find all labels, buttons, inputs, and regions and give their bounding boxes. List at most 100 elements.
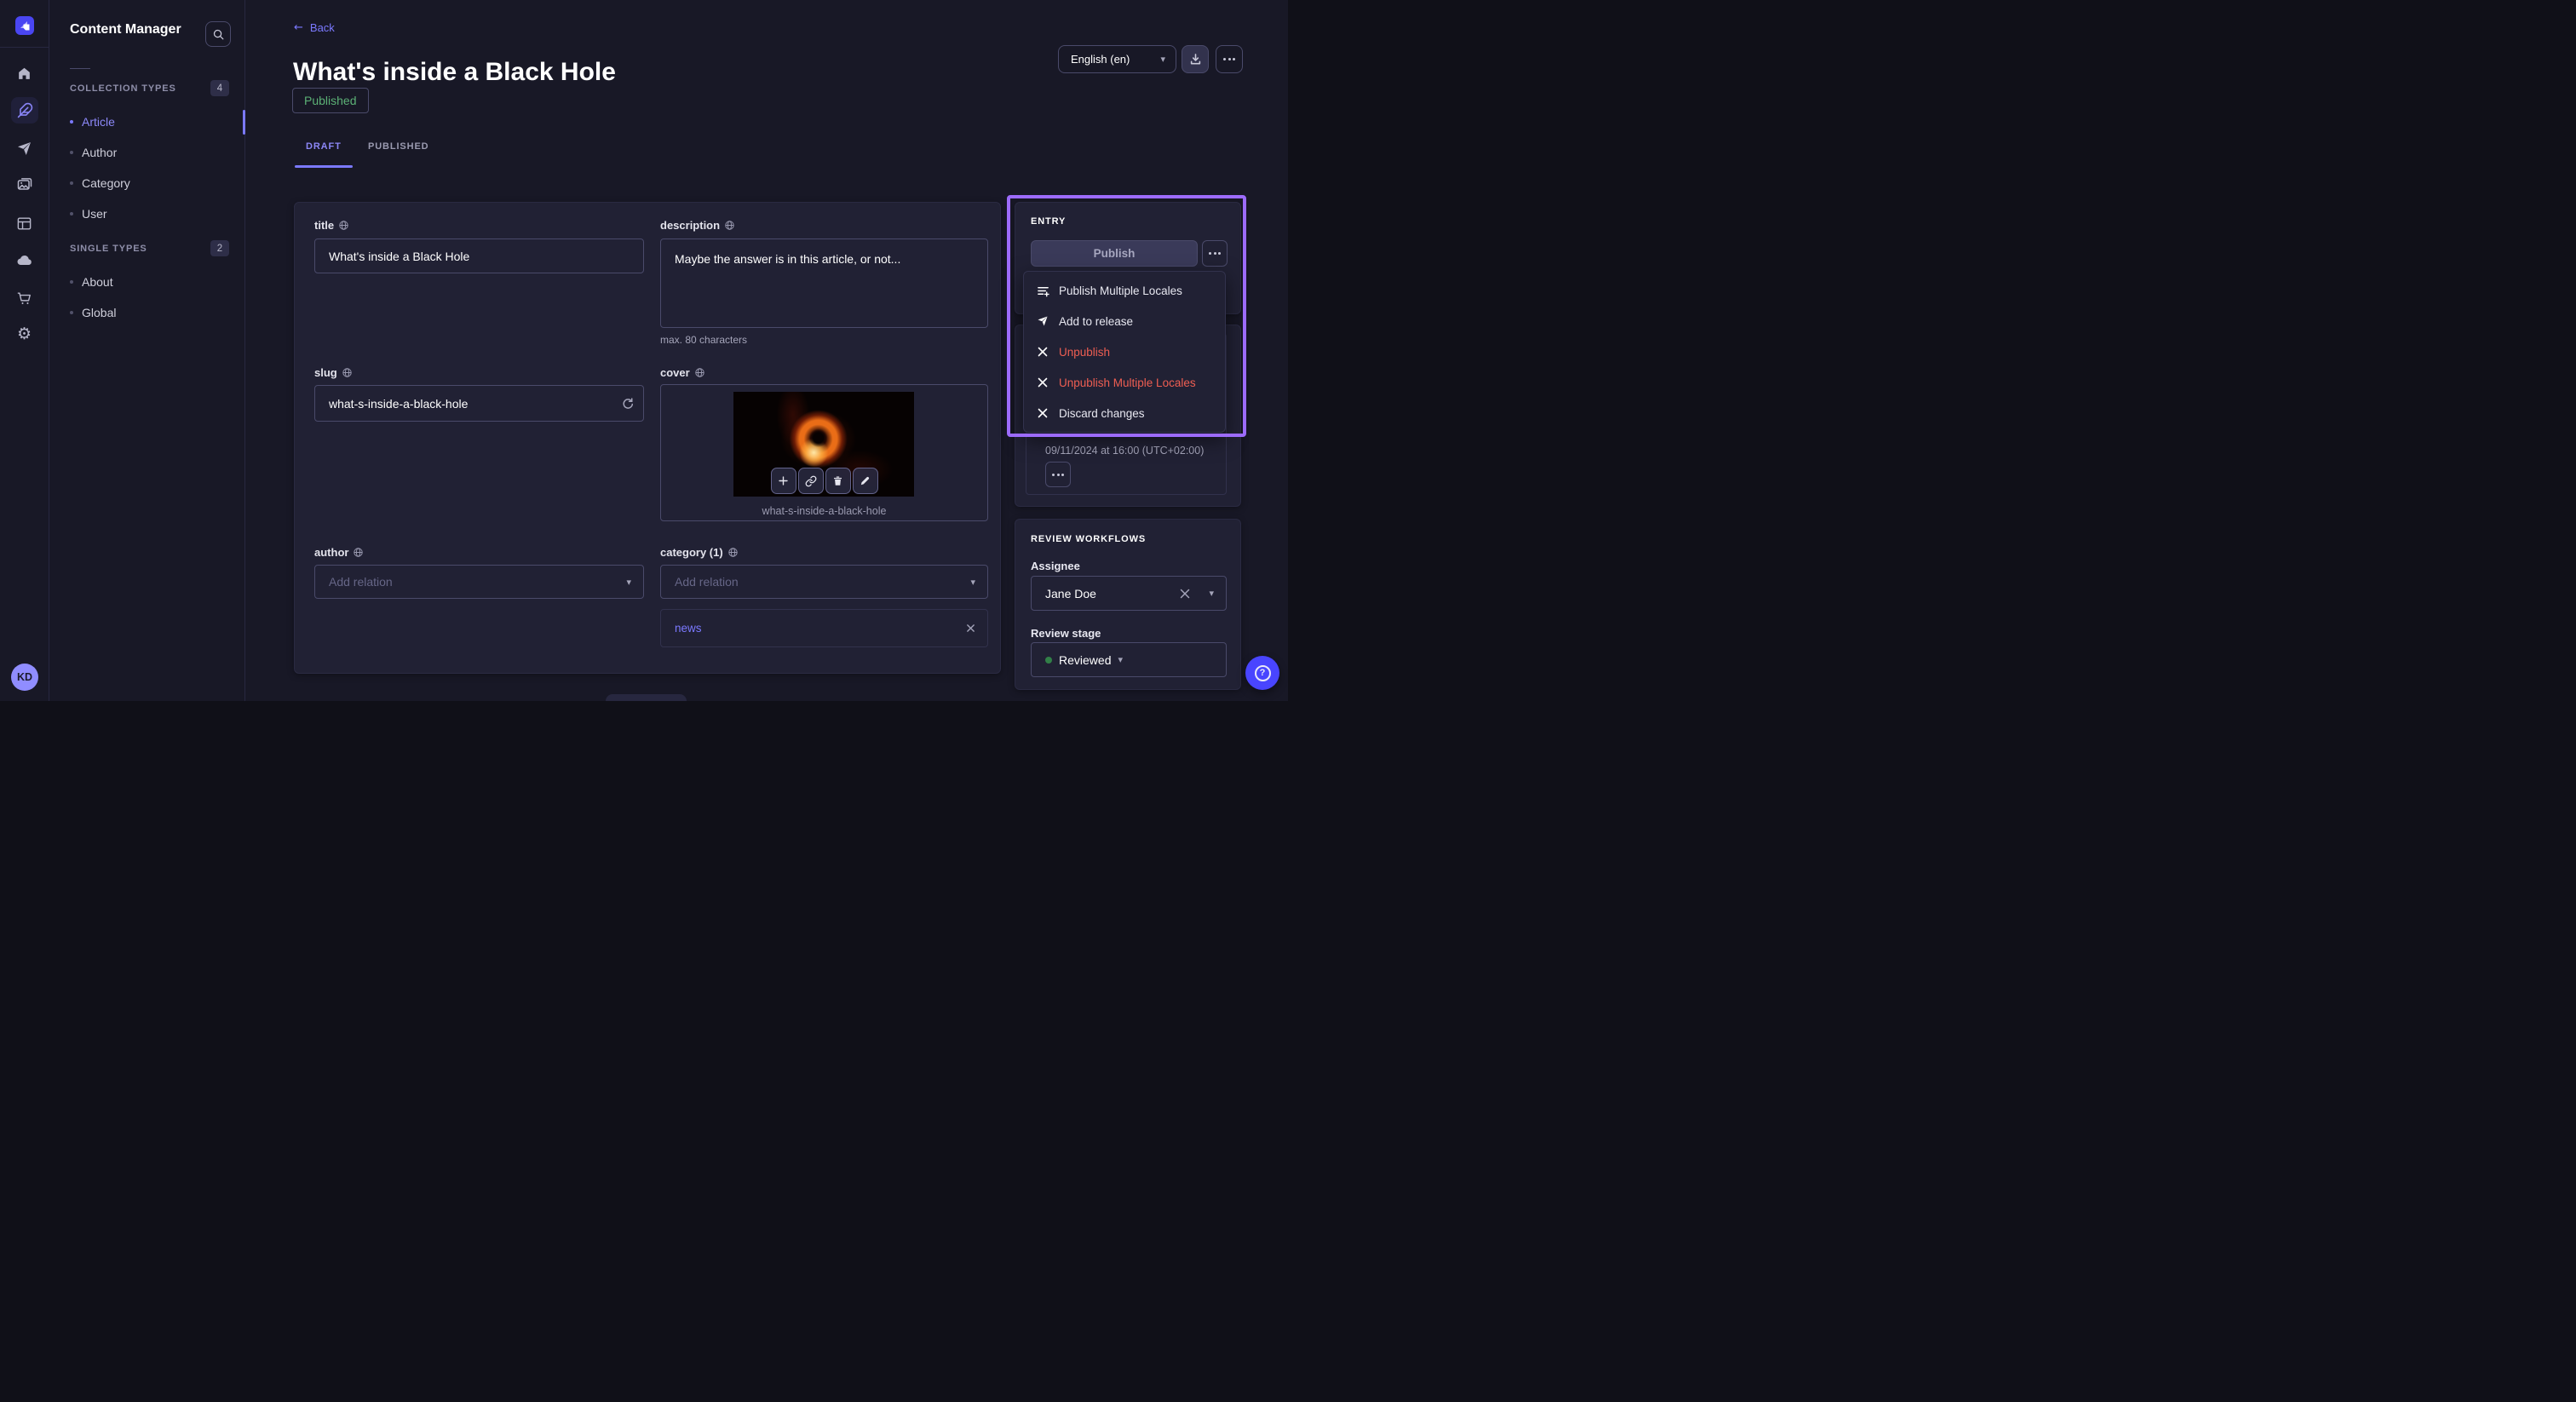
author-placeholder: Add relation bbox=[329, 575, 393, 589]
rail-item-content-type-builder[interactable] bbox=[0, 209, 49, 238]
menu-item-label: Publish Multiple Locales bbox=[1059, 284, 1182, 297]
description-value: Maybe the answer is in this article, or … bbox=[675, 252, 900, 266]
feather-icon bbox=[17, 102, 33, 118]
field-label-category: category (1) bbox=[660, 546, 739, 559]
edit-asset-button[interactable] bbox=[853, 468, 878, 494]
stage-value: Reviewed bbox=[1059, 653, 1111, 667]
menu-item-publish-multiple-locales[interactable]: Publish Multiple Locales bbox=[1024, 275, 1225, 306]
entry-actions-menu: Publish Multiple Locales Add to release … bbox=[1023, 271, 1226, 433]
strapi-logo-icon bbox=[15, 16, 34, 35]
globe-icon bbox=[342, 367, 353, 378]
sidebar-item-global[interactable]: Global bbox=[70, 302, 116, 323]
entry-heading: ENTRY bbox=[1031, 216, 1066, 227]
copy-link-button[interactable] bbox=[798, 468, 824, 494]
sidebar-item-about[interactable]: About bbox=[70, 272, 113, 292]
locale-value: English (en) bbox=[1071, 53, 1130, 66]
link-icon bbox=[805, 475, 817, 487]
title-input[interactable]: What's inside a Black Hole bbox=[314, 238, 644, 273]
sidebar-item-label: Category bbox=[82, 176, 130, 190]
title-value: What's inside a Black Hole bbox=[329, 250, 469, 263]
strapi-logo[interactable] bbox=[15, 16, 34, 35]
slug-input[interactable]: what-s-inside-a-black-hole bbox=[314, 385, 644, 422]
sidebar-item-author[interactable]: Author bbox=[70, 142, 117, 163]
stage-status-dot bbox=[1045, 657, 1052, 664]
menu-item-unpublish[interactable]: Unpublish bbox=[1024, 336, 1225, 367]
sidebar-item-label: Author bbox=[82, 146, 117, 159]
field-label-slug: slug bbox=[314, 366, 353, 379]
rail-item-marketplace[interactable] bbox=[0, 284, 49, 313]
sidebar: Content Manager COLLECTION TYPES 4 Artic… bbox=[49, 0, 245, 701]
label-text: category (1) bbox=[660, 546, 723, 559]
delete-asset-button[interactable] bbox=[825, 468, 851, 494]
nav-rail: ⚙ KD bbox=[0, 0, 49, 701]
rail-item-cloud[interactable] bbox=[0, 246, 49, 275]
label-text: description bbox=[660, 219, 720, 232]
rail-item-releases[interactable] bbox=[0, 134, 49, 163]
category-relation-select[interactable]: Add relation ▾ bbox=[660, 565, 988, 599]
home-icon bbox=[16, 66, 32, 82]
page-title: What's inside a Black Hole bbox=[293, 58, 616, 87]
regenerate-slug-button[interactable] bbox=[621, 397, 634, 410]
menu-item-label: Unpublish bbox=[1059, 346, 1110, 359]
menu-item-discard-changes[interactable]: Discard changes bbox=[1024, 398, 1225, 428]
ellipsis-icon bbox=[1046, 463, 1070, 486]
sidebar-item-label: About bbox=[82, 275, 113, 289]
help-button[interactable]: ? bbox=[1245, 656, 1279, 690]
bullet-icon bbox=[70, 181, 73, 185]
add-asset-button[interactable] bbox=[771, 468, 796, 494]
tab-published[interactable]: PUBLISHED bbox=[368, 141, 428, 152]
menu-item-unpublish-multiple-locales[interactable]: Unpublish Multiple Locales bbox=[1024, 367, 1225, 398]
relation-link-news[interactable]: news bbox=[675, 622, 702, 635]
search-button[interactable] bbox=[205, 21, 231, 47]
bullet-icon bbox=[70, 311, 73, 314]
review-heading: REVIEW WORKFLOWS bbox=[1031, 534, 1146, 544]
rail-logo-section bbox=[0, 0, 49, 48]
download-icon bbox=[1189, 53, 1202, 66]
active-tab-underline bbox=[295, 165, 353, 168]
menu-item-add-to-release[interactable]: Add to release bbox=[1024, 306, 1225, 336]
plus-icon bbox=[778, 475, 789, 486]
user-avatar[interactable]: KD bbox=[11, 664, 38, 691]
release-more-button[interactable] bbox=[1045, 462, 1071, 487]
list-plus-icon bbox=[1036, 284, 1049, 297]
rail-item-settings[interactable]: ⚙ bbox=[0, 319, 49, 348]
globe-icon bbox=[338, 220, 349, 231]
bullet-icon bbox=[70, 280, 73, 284]
tab-draft[interactable]: DRAFT bbox=[306, 141, 342, 152]
layout-icon bbox=[16, 215, 32, 232]
globe-icon bbox=[694, 367, 705, 378]
rail-item-content-manager[interactable] bbox=[11, 97, 38, 124]
review-stage-select[interactable]: Reviewed ▾ bbox=[1031, 642, 1227, 677]
entry-more-button[interactable] bbox=[1202, 240, 1228, 267]
export-button[interactable] bbox=[1182, 45, 1209, 73]
locale-select[interactable]: English (en) ▾ bbox=[1058, 45, 1176, 73]
below-fold-card-edge[interactable] bbox=[606, 694, 687, 701]
sidebar-item-category[interactable]: Category bbox=[70, 173, 130, 193]
clear-assignee-button[interactable] bbox=[1180, 589, 1190, 599]
back-link[interactable]: ← Back bbox=[294, 21, 335, 34]
label-text: title bbox=[314, 219, 334, 232]
description-textarea[interactable]: Maybe the answer is in this article, or … bbox=[660, 238, 988, 328]
sidebar-item-user[interactable]: User bbox=[70, 204, 107, 224]
menu-item-label: Discard changes bbox=[1059, 407, 1145, 420]
assignee-select[interactable]: Jane Doe ▾ bbox=[1031, 576, 1227, 611]
close-icon bbox=[1036, 377, 1049, 388]
assignee-value: Jane Doe bbox=[1045, 587, 1096, 600]
chevron-down-icon: ▾ bbox=[626, 577, 631, 587]
publish-button[interactable]: Publish bbox=[1031, 240, 1198, 267]
bullet-icon bbox=[70, 212, 73, 215]
header-more-button[interactable] bbox=[1216, 45, 1243, 73]
gear-icon: ⚙ bbox=[17, 325, 32, 343]
cover-filename: what-s-inside-a-black-hole bbox=[661, 505, 987, 517]
author-relation-select[interactable]: Add relation ▾ bbox=[314, 565, 644, 599]
sidebar-title: Content Manager bbox=[70, 22, 181, 37]
remove-relation-button[interactable] bbox=[966, 623, 975, 633]
label-text: author bbox=[314, 546, 348, 559]
chevron-down-icon: ▾ bbox=[1160, 55, 1165, 64]
assignee-label: Assignee bbox=[1031, 560, 1080, 572]
menu-item-label: Unpublish Multiple Locales bbox=[1059, 376, 1196, 389]
refresh-icon bbox=[621, 397, 634, 410]
sidebar-item-article[interactable]: Article bbox=[70, 112, 115, 132]
rail-item-home[interactable] bbox=[0, 59, 49, 88]
rail-item-media-library[interactable] bbox=[0, 170, 49, 199]
